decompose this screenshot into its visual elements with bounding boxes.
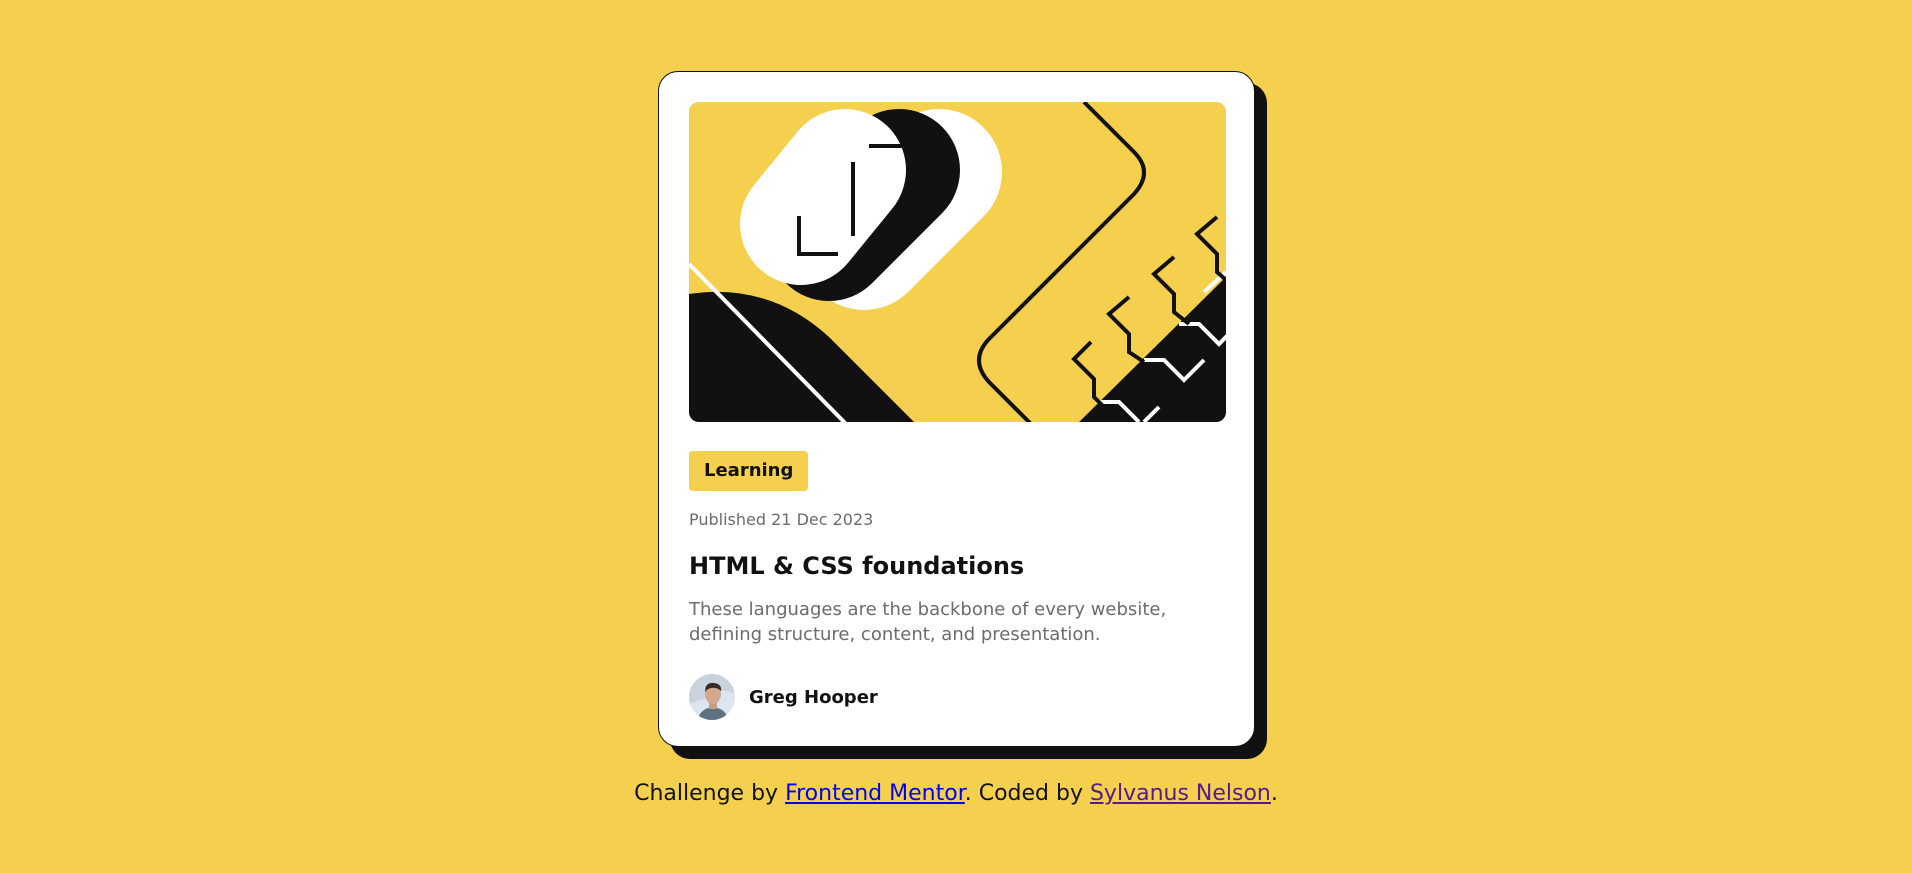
attribution-prefix: Challenge by: [634, 781, 786, 806]
frontend-mentor-link[interactable]: Frontend Mentor: [785, 781, 965, 806]
author-name: Greg Hooper: [749, 686, 878, 708]
attribution-middle: . Coded by: [964, 781, 1090, 806]
attribution-suffix: .: [1270, 781, 1278, 806]
geometric-illustration-icon: [689, 102, 1226, 422]
page: Learning Published 21 Dec 2023 HTML & CS…: [0, 0, 1912, 873]
blog-preview-card: Learning Published 21 Dec 2023 HTML & CS…: [658, 71, 1255, 747]
card-description: These languages are the backbone of ever…: [689, 599, 1167, 645]
author-profile-link[interactable]: Sylvanus Nelson: [1090, 781, 1271, 806]
author: Greg Hooper: [689, 674, 878, 720]
card-title[interactable]: HTML & CSS foundations: [689, 550, 1024, 582]
category-tag: Learning: [689, 451, 809, 491]
published-date: Published 21 Dec 2023: [689, 510, 874, 529]
author-avatar-icon: [689, 674, 735, 720]
attribution: Challenge by Frontend Mentor. Coded by S…: [0, 778, 1912, 810]
